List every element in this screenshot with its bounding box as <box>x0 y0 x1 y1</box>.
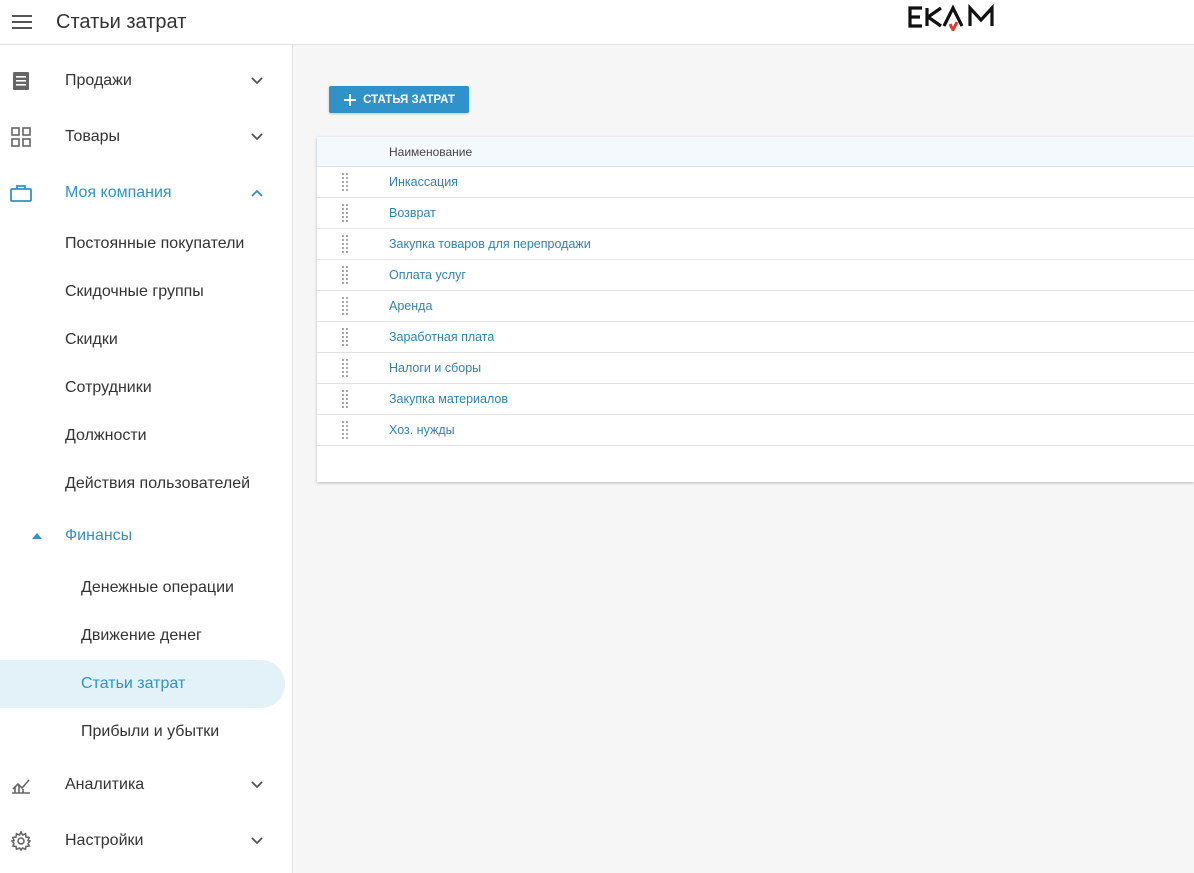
grid-icon <box>10 126 32 148</box>
sidebar-item-cash-flow[interactable]: Движение денег <box>0 612 285 660</box>
sidebar-item-expense-items[interactable]: Статьи затрат <box>0 660 285 708</box>
sidebar-item-cash-operations[interactable]: Денежные операции <box>0 564 285 612</box>
table-header: Наименование <box>317 137 1194 167</box>
sidebar-item-sales[interactable]: Продажи <box>0 59 285 103</box>
drag-handle-icon[interactable] <box>341 235 349 253</box>
sidebar-item-label: Товары <box>65 128 121 145</box>
sidebar-item-employees[interactable]: Сотрудники <box>0 364 285 412</box>
drag-handle-icon[interactable] <box>341 266 349 284</box>
receipt-icon <box>10 70 32 92</box>
drag-handle-icon[interactable] <box>341 204 349 222</box>
sidebar-item-label: Финансы <box>65 527 133 544</box>
expense-item-name-link[interactable]: Хоз. нужды <box>389 423 455 437</box>
analytics-icon <box>10 774 32 796</box>
drag-handle-icon[interactable] <box>341 328 349 346</box>
add-expense-item-button[interactable]: СТАТЬЯ ЗАТРАТ <box>329 86 469 113</box>
table-row[interactable]: Закупка товаров для перепродажи <box>317 229 1194 260</box>
table-row[interactable]: Аренда <box>317 291 1194 322</box>
table-row[interactable]: Заработная плата <box>317 322 1194 353</box>
sidebar-item-label: Сотрудники <box>65 379 152 396</box>
chevron-down-icon[interactable] <box>247 71 267 91</box>
table-row[interactable]: Налоги и сборы <box>317 353 1194 384</box>
chevron-down-icon[interactable] <box>247 831 267 851</box>
sidebar-item-discounts[interactable]: Скидки <box>0 316 285 364</box>
sidebar-item-analytics[interactable]: Аналитика <box>0 763 285 807</box>
sidebar-item-my-company[interactable]: Моя компания <box>0 171 285 215</box>
expense-item-name-link[interactable]: Налоги и сборы <box>389 361 481 375</box>
sidebar-item-label: Действия пользователей <box>65 475 251 492</box>
sidebar-item-settings[interactable]: Настройки <box>0 819 285 863</box>
expense-item-name-link[interactable]: Заработная плата <box>389 330 494 344</box>
sidebar-item-products[interactable]: Товары <box>0 115 285 159</box>
page-title: Статьи затрат <box>56 10 187 33</box>
table-row[interactable]: Хоз. нужды <box>317 415 1194 446</box>
sidebar-item-label: Прибыли и убытки <box>81 723 220 740</box>
top-bar: Статьи затрат <box>0 0 1194 45</box>
sidebar-item-label: Моя компания <box>65 184 172 201</box>
briefcase-icon <box>10 182 32 204</box>
caret-up-icon <box>31 530 43 542</box>
expense-item-name-link[interactable]: Закупка материалов <box>389 392 508 406</box>
column-header-name[interactable]: Наименование <box>389 145 472 159</box>
sidebar-item-label: Скидки <box>65 331 118 348</box>
add-button-label: СТАТЬЯ ЗАТРАТ <box>363 93 455 106</box>
table-row[interactable]: Оплата услуг <box>317 260 1194 291</box>
sidebar-item-label: Должности <box>65 427 147 444</box>
table-row[interactable]: Закупка материалов <box>317 384 1194 415</box>
table-row[interactable]: Возврат <box>317 198 1194 229</box>
expense-item-name-link[interactable]: Аренда <box>389 299 432 313</box>
drag-handle-icon[interactable] <box>341 390 349 408</box>
table-row[interactable]: Инкассация <box>317 167 1194 198</box>
sidebar-item-label: Постоянные покупатели <box>65 235 245 252</box>
sidebar-item-user-actions[interactable]: Действия пользователей <box>0 460 285 508</box>
sidebar: Продажи Товары Моя компания Постоянные п… <box>0 45 293 873</box>
sidebar-item-label: Скидочные группы <box>65 283 204 300</box>
drag-handle-icon[interactable] <box>341 421 349 439</box>
drag-handle-icon[interactable] <box>341 359 349 377</box>
sidebar-item-regular-customers[interactable]: Постоянные покупатели <box>0 220 285 268</box>
drag-handle-icon[interactable] <box>341 297 349 315</box>
sidebar-item-label: Денежные операции <box>81 579 234 596</box>
sidebar-item-finance[interactable]: Финансы <box>0 512 285 560</box>
expense-items-table: Наименование Инкассация Возврат Закупка то… <box>317 137 1194 482</box>
sidebar-item-label: Аналитика <box>65 776 145 793</box>
sidebar-item-label: Продажи <box>65 72 132 89</box>
gear-icon <box>10 830 32 852</box>
drag-handle-icon[interactable] <box>341 173 349 191</box>
chevron-down-icon[interactable] <box>247 127 267 147</box>
hamburger-menu-icon[interactable] <box>0 0 44 44</box>
sidebar-item-profit-loss[interactable]: Прибыли и убытки <box>0 708 285 756</box>
sidebar-item-label: Настройки <box>65 832 144 849</box>
ekam-logo <box>908 3 1012 34</box>
chevron-down-icon[interactable] <box>247 775 267 795</box>
expense-item-name-link[interactable]: Возврат <box>389 206 436 220</box>
plus-icon <box>344 93 357 106</box>
sidebar-item-label: Статьи затрат <box>81 675 186 692</box>
chevron-up-icon[interactable] <box>247 183 267 203</box>
expense-item-name-link[interactable]: Оплата услуг <box>389 268 466 282</box>
sidebar-item-positions[interactable]: Должности <box>0 412 285 460</box>
expense-item-name-link[interactable]: Инкассация <box>389 175 458 189</box>
expense-item-name-link[interactable]: Закупка товаров для перепродажи <box>389 237 591 251</box>
sidebar-item-label: Движение денег <box>81 627 202 644</box>
sidebar-item-discount-groups[interactable]: Скидочные группы <box>0 268 285 316</box>
